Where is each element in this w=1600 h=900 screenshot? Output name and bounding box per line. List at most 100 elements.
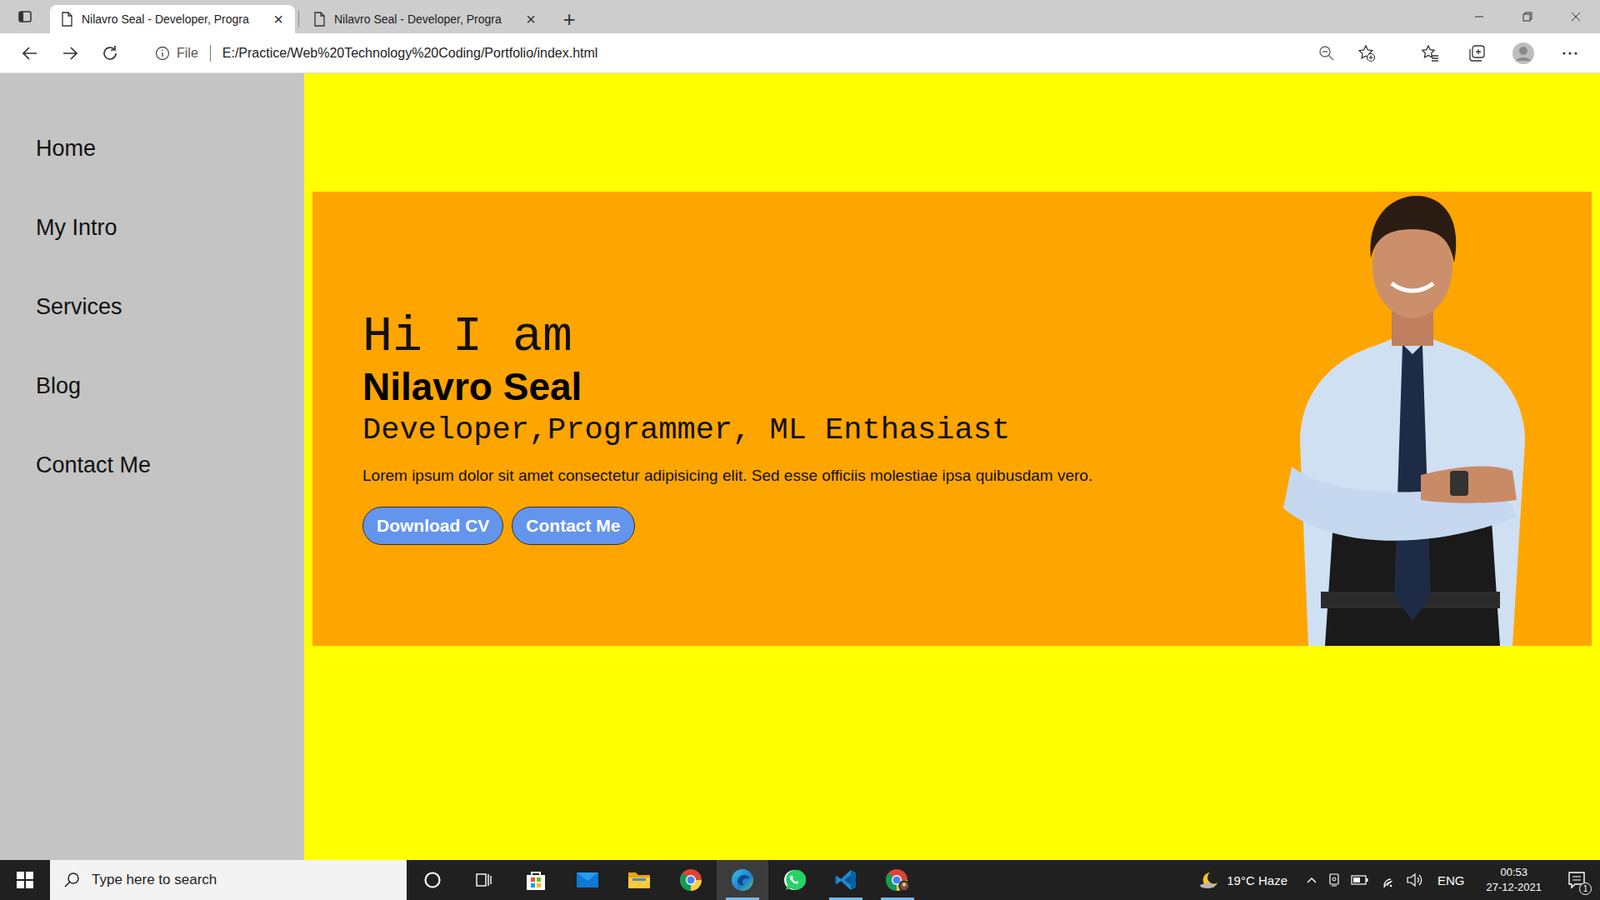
chevron-up-icon[interactable] bbox=[1305, 874, 1318, 886]
taskbar-app[interactable] bbox=[665, 860, 717, 900]
taskbar-app[interactable] bbox=[406, 860, 459, 900]
forward-button[interactable] bbox=[50, 36, 90, 70]
taskbar-apps bbox=[406, 860, 924, 900]
cortana-icon[interactable] bbox=[423, 870, 442, 890]
clock-date: 27-12-2021 bbox=[1486, 880, 1543, 895]
back-button[interactable] bbox=[10, 36, 50, 70]
explorer-icon[interactable] bbox=[627, 870, 651, 890]
volume-icon[interactable] bbox=[1405, 872, 1423, 888]
language-indicator[interactable]: ENG bbox=[1432, 873, 1470, 888]
chromeprofile-icon[interactable] bbox=[885, 868, 910, 892]
tab-actions-icon[interactable] bbox=[17, 9, 33, 25]
weather-text: 19°C Haze bbox=[1226, 873, 1288, 888]
hero-buttons: Download CVContact Me bbox=[362, 506, 1275, 545]
taskbar-app[interactable] bbox=[458, 860, 510, 900]
notification-badge: 1 bbox=[1579, 882, 1592, 895]
device-icon[interactable] bbox=[1327, 872, 1341, 888]
add-favorite-button[interactable] bbox=[1350, 36, 1384, 70]
greeting: Hi I am bbox=[362, 309, 1275, 365]
store-icon[interactable] bbox=[524, 868, 548, 892]
notification-button[interactable]: 1 bbox=[1558, 860, 1595, 900]
collections-icon[interactable] bbox=[1467, 44, 1486, 63]
start-button[interactable] bbox=[0, 860, 50, 900]
chrome-icon[interactable] bbox=[679, 868, 703, 892]
url-scheme: File bbox=[176, 45, 199, 61]
sidebar-item[interactable]: Services bbox=[0, 267, 305, 347]
mail-icon[interactable] bbox=[575, 870, 600, 890]
sidebar-label[interactable]: Services bbox=[35, 294, 123, 320]
close-icon[interactable] bbox=[1551, 0, 1600, 34]
running-indicator bbox=[725, 897, 760, 900]
favorites-button[interactable] bbox=[1406, 36, 1454, 70]
address-divider bbox=[210, 45, 211, 62]
hero-roles: Developer,Programmer, ML Enthasiast bbox=[362, 410, 1275, 450]
collections-button[interactable] bbox=[1453, 36, 1500, 70]
reload-button[interactable] bbox=[90, 36, 130, 70]
tab-separator bbox=[298, 10, 300, 28]
sidebar-label[interactable]: Home bbox=[35, 135, 96, 162]
info-icon[interactable] bbox=[155, 45, 170, 61]
hero-button[interactable]: Download CV bbox=[362, 506, 504, 545]
sidebar-label[interactable]: Blog bbox=[35, 373, 81, 400]
wifi-icon[interactable] bbox=[1379, 872, 1396, 888]
tab-actions[interactable] bbox=[0, 0, 50, 34]
star-add-icon[interactable] bbox=[1357, 44, 1376, 63]
edge-icon[interactable] bbox=[730, 868, 755, 892]
running-indicator bbox=[880, 897, 915, 900]
web-page: Home My Intro Services Blog Contact Me Hi I … bbox=[0, 73, 1600, 860]
sidebar-item[interactable]: Blog bbox=[0, 346, 305, 426]
taskbar-app[interactable] bbox=[613, 860, 665, 900]
weather-widget[interactable]: 19°C Haze bbox=[1198, 870, 1288, 890]
zoom-out-icon[interactable] bbox=[1318, 45, 1335, 62]
sidebar-label[interactable]: My Intro bbox=[35, 215, 118, 241]
sidebar-item[interactable]: My Intro bbox=[0, 188, 305, 268]
vscode-icon[interactable] bbox=[834, 868, 858, 892]
taskbar-app[interactable] bbox=[716, 860, 769, 900]
taskbar-app[interactable] bbox=[820, 860, 872, 900]
profile-photo bbox=[1275, 191, 1550, 646]
forward-arrow-icon[interactable] bbox=[60, 44, 80, 63]
minimize-icon[interactable] bbox=[1455, 0, 1504, 34]
browser-tab[interactable]: Nilavro Seal - Developer, Progra × bbox=[50, 5, 295, 34]
browser-tab[interactable]: Nilavro Seal - Developer, Progra× bbox=[302, 5, 548, 34]
hero-section: Hi I amNilavro SealDeveloper,Programmer,… bbox=[312, 191, 1592, 646]
sidebar-item[interactable]: Contact Me bbox=[0, 425, 305, 505]
main-area: Hi I amNilavro SealDeveloper,Programmer,… bbox=[304, 73, 1600, 860]
moon-cloud-icon bbox=[1198, 870, 1220, 890]
more-dots-icon[interactable] bbox=[1560, 44, 1580, 63]
tab-title: Nilavro Seal - Developer, Progra bbox=[81, 12, 264, 26]
hero-button[interactable]: Contact Me bbox=[511, 506, 635, 545]
running-indicator bbox=[829, 897, 863, 900]
search-icon bbox=[63, 871, 80, 889]
search-placeholder[interactable]: Type here to search bbox=[91, 871, 217, 889]
tab-close-button[interactable]: × bbox=[524, 10, 538, 28]
favorites-star-icon[interactable] bbox=[1420, 44, 1440, 63]
sidebar-item[interactable]: Home bbox=[0, 109, 305, 189]
battery-icon[interactable] bbox=[1350, 874, 1370, 886]
profile-avatar-icon[interactable] bbox=[1511, 41, 1535, 65]
taskbar-app[interactable] bbox=[561, 860, 614, 900]
windows-logo-icon[interactable] bbox=[16, 871, 34, 889]
clock[interactable]: 00:5327-12-2021 bbox=[1480, 865, 1550, 895]
taskbar-app[interactable] bbox=[768, 860, 820, 900]
address-bar[interactable]: File E:/Practice/Web%20Technology%20Codin… bbox=[143, 38, 1390, 69]
tab-strip: Nilavro Seal - Developer, Progra×Nilavro… bbox=[0, 0, 1600, 34]
back-arrow-icon[interactable] bbox=[20, 44, 40, 63]
page-icon bbox=[60, 11, 74, 27]
reload-icon[interactable] bbox=[100, 44, 120, 63]
zoom-button[interactable] bbox=[1310, 36, 1344, 70]
sidebar-label[interactable]: Contact Me bbox=[35, 452, 151, 479]
url-text[interactable]: E:/Practice/Web%20Technology%20Coding/Po… bbox=[222, 45, 1304, 61]
taskbar-app[interactable] bbox=[871, 860, 924, 900]
taskview-icon[interactable] bbox=[475, 870, 494, 890]
window-controls bbox=[1455, 0, 1600, 34]
restore-icon[interactable] bbox=[1503, 0, 1552, 34]
new-tab-button[interactable]: + bbox=[552, 5, 586, 34]
whatsapp-icon[interactable] bbox=[782, 868, 806, 892]
hero-intro: Lorem ipsum dolor sit amet consectetur a… bbox=[362, 465, 1275, 487]
taskbar-app[interactable] bbox=[510, 860, 562, 900]
profile-button[interactable] bbox=[1500, 36, 1547, 70]
more-button[interactable] bbox=[1546, 36, 1594, 70]
tab-close-button[interactable]: × bbox=[271, 10, 285, 28]
taskbar-search[interactable]: Type here to search bbox=[50, 860, 407, 900]
